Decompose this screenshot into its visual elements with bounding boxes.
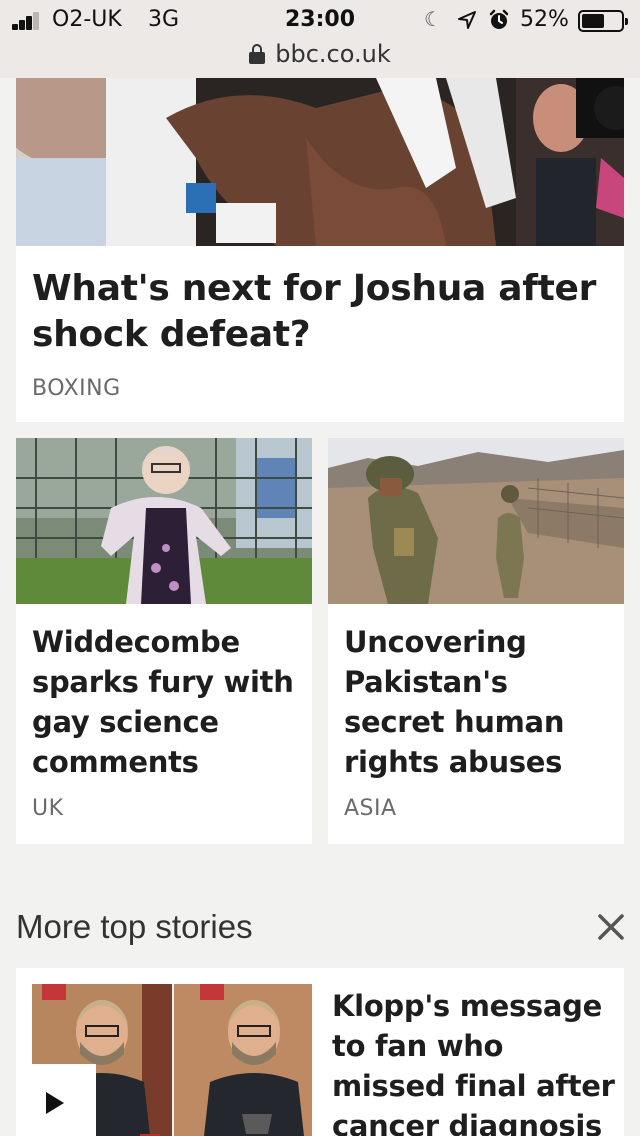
widdecombe-tag: UK bbox=[32, 796, 64, 821]
lock-icon bbox=[249, 44, 266, 64]
address-bar[interactable]: bbc.co.uk bbox=[0, 40, 640, 70]
story-card-pakistan[interactable]: Uncovering Pakistan's secret human right… bbox=[328, 438, 624, 844]
story-card-klopp[interactable]: Klopp's message to fan who missed final … bbox=[16, 968, 624, 1136]
story-card-widdecombe[interactable]: Widdecombe sparks fury with gay science … bbox=[16, 438, 312, 844]
close-icon[interactable] bbox=[596, 912, 626, 942]
widdecombe-headline: Widdecombe sparks fury with gay science … bbox=[32, 625, 294, 779]
story-card-hero[interactable]: What's next for Joshua after shock defea… bbox=[16, 78, 624, 422]
hero-headline: What's next for Joshua after shock defea… bbox=[32, 268, 597, 355]
alarm-icon bbox=[489, 9, 509, 29]
location-icon bbox=[458, 11, 476, 29]
widdecombe-photo bbox=[16, 438, 312, 604]
more-top-stories-title: More top stories bbox=[16, 908, 253, 945]
play-button[interactable] bbox=[16, 1064, 96, 1136]
play-icon bbox=[46, 1092, 64, 1114]
pakistan-headline: Uncovering Pakistan's secret human right… bbox=[344, 625, 565, 779]
browser-chrome: O2-UK 3G 23:00 ☾ 52% bbc.co.uk bbox=[0, 0, 640, 78]
klopp-headline: Klopp's message to fan who missed final … bbox=[332, 989, 615, 1136]
url-text: bbc.co.uk bbox=[275, 40, 391, 68]
status-bar: O2-UK 3G 23:00 ☾ 52% bbox=[0, 0, 640, 40]
battery-icon bbox=[578, 10, 628, 32]
boxing-photo bbox=[16, 78, 624, 246]
battery-percentage: 52% bbox=[520, 7, 569, 32]
hero-tag: BOXING bbox=[32, 376, 121, 401]
pakistan-tag: ASIA bbox=[344, 796, 397, 821]
moon-icon: ☾ bbox=[424, 7, 442, 31]
soldiers-photo bbox=[328, 438, 624, 604]
